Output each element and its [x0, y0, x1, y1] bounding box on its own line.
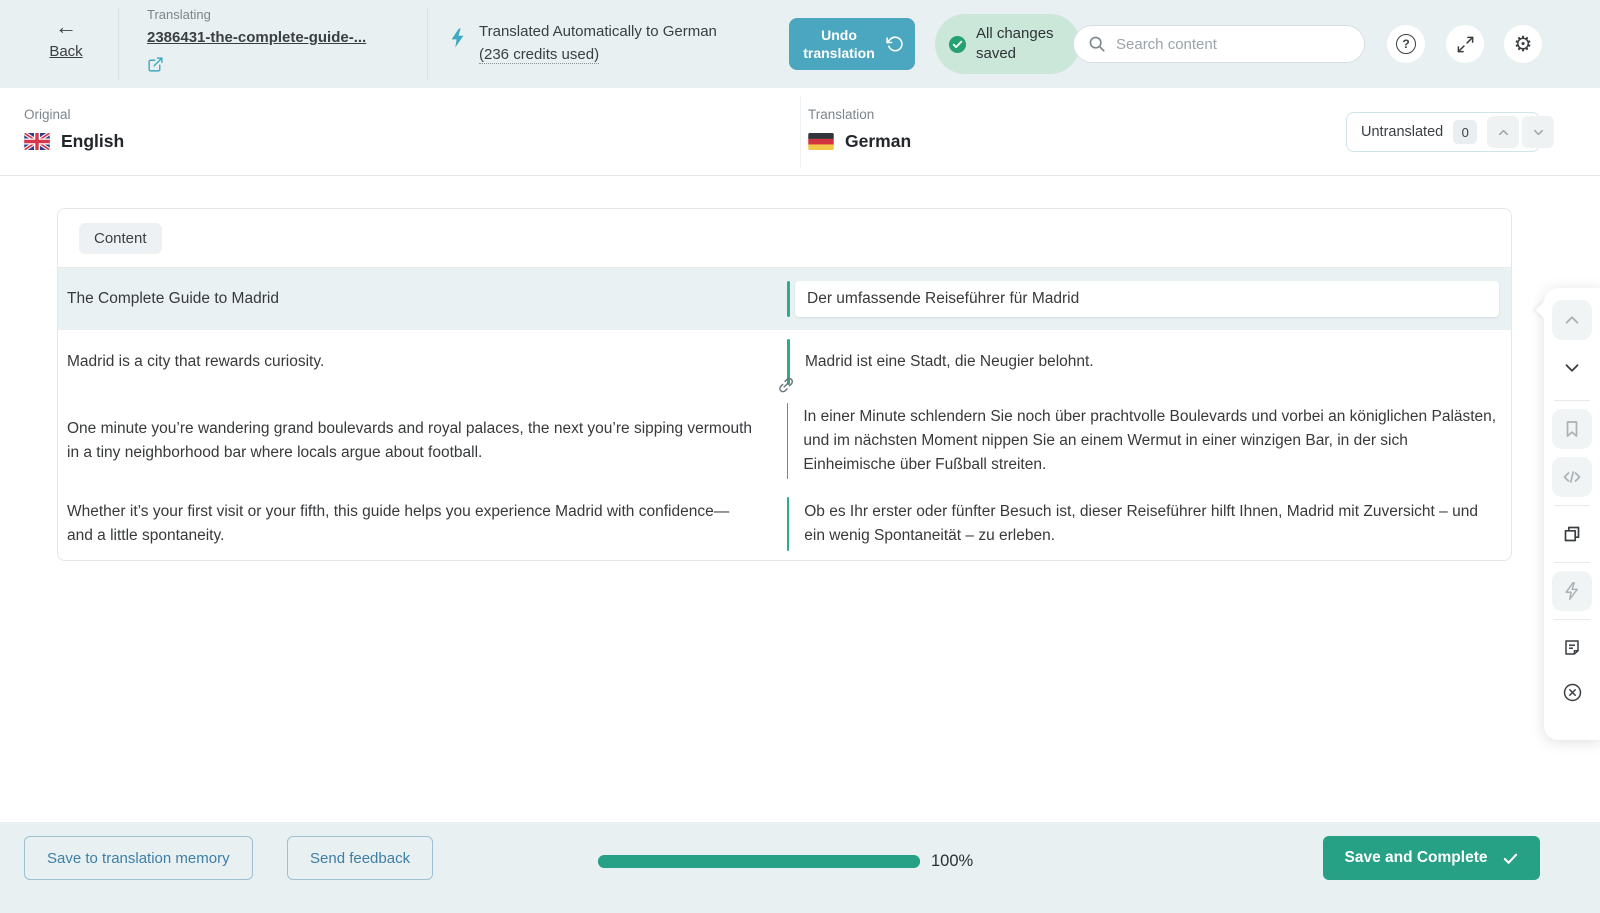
- prev-segment-button[interactable]: [1552, 300, 1592, 340]
- chevron-down-icon: [1531, 125, 1546, 140]
- x-circle-icon: [1562, 682, 1583, 703]
- target-text[interactable]: Ob es Ihr erster oder fünfter Besuch ist…: [789, 488, 1511, 560]
- external-link-icon[interactable]: [147, 56, 366, 73]
- undo-label: Undo translation: [800, 26, 878, 62]
- divider: [1554, 505, 1590, 506]
- settings-button[interactable]: ⚙: [1504, 25, 1542, 63]
- target-cell[interactable]: Ob es Ihr erster oder fünfter Besuch ist…: [787, 488, 1511, 560]
- expand-fullscreen-button[interactable]: [1446, 25, 1484, 63]
- target-cell[interactable]: Der umfassende Reiseführer für Madrid: [787, 268, 1511, 330]
- content-card: Content The Complete Guide to Madrid Der…: [57, 208, 1512, 561]
- lightning-bolt-icon: [450, 28, 465, 66]
- divider: [1554, 400, 1590, 401]
- code-icon: [1562, 467, 1582, 487]
- bookmark-button[interactable]: [1552, 409, 1592, 449]
- all-changes-saved-badge: All changes saved: [935, 14, 1080, 74]
- divider: [427, 8, 428, 80]
- segment-row: One minute you’re wandering grand boulev…: [58, 394, 1511, 488]
- back-label: Back: [49, 43, 82, 60]
- back-button[interactable]: ← Back: [36, 16, 96, 60]
- translation-progress-bar: [598, 855, 920, 868]
- notes-button[interactable]: [1552, 628, 1592, 668]
- uk-flag-icon: [24, 133, 50, 150]
- bookmark-icon: [1562, 419, 1582, 439]
- save-complete-label: Save and Complete: [1345, 849, 1488, 867]
- divider: [1554, 562, 1590, 563]
- document-name-link[interactable]: 2386431-the-complete-guide-...: [147, 29, 366, 46]
- original-language-block: Original English: [24, 107, 124, 152]
- panel-pointer-notch: [1536, 302, 1553, 319]
- content-section-badge[interactable]: Content: [79, 223, 162, 254]
- language-bar: Original English Translation German Untr…: [0, 88, 1600, 176]
- progress-fill: [598, 855, 920, 868]
- target-cell[interactable]: Madrid ist eine Stadt, die Neugier beloh…: [787, 330, 1511, 394]
- chevron-up-icon: [1561, 309, 1583, 331]
- checkmark-icon: [1502, 850, 1519, 867]
- code-view-button[interactable]: [1552, 457, 1592, 497]
- undo-translation-button[interactable]: Undo translation: [789, 18, 915, 70]
- exclude-button[interactable]: [1552, 672, 1592, 712]
- source-text: Madrid is a city that rewards curiosity.: [58, 330, 787, 394]
- untranslated-label: Untranslated: [1361, 124, 1443, 140]
- untranslated-prev-button[interactable]: [1487, 116, 1519, 148]
- segment-row: Whether it’s your first visit or your fi…: [58, 488, 1511, 560]
- next-segment-button[interactable]: [1552, 348, 1592, 388]
- untranslated-next-button[interactable]: [1522, 116, 1554, 148]
- target-text[interactable]: In einer Minute schlendern Sie noch über…: [788, 394, 1511, 488]
- target-cell[interactable]: In einer Minute schlendern Sie noch über…: [787, 394, 1511, 488]
- top-bar: ← Back Translating 2386431-the-complete-…: [0, 0, 1600, 88]
- note-icon: [1562, 638, 1582, 658]
- target-text[interactable]: Madrid ist eine Stadt, die Neugier beloh…: [790, 330, 1104, 394]
- content-card-header: Content: [58, 209, 1511, 268]
- saved-label: All changes saved: [976, 24, 1062, 64]
- status-line: Translated Automatically to German: [479, 23, 717, 40]
- target-text-editor[interactable]: Der umfassende Reiseführer für Madrid: [795, 281, 1499, 317]
- search-input[interactable]: [1116, 36, 1336, 53]
- divider: [118, 8, 119, 80]
- arrow-left-icon: ←: [55, 16, 77, 38]
- translation-language-name: German: [845, 131, 911, 152]
- untranslated-navigator: Untranslated 0: [1346, 112, 1540, 152]
- search-bar: [1073, 25, 1365, 63]
- footer-bar: Save to translation memory Send feedback…: [0, 822, 1600, 913]
- translating-label: Translating: [147, 7, 366, 22]
- save-and-complete-button[interactable]: Save and Complete: [1323, 836, 1540, 880]
- segment-tool-panel: [1544, 288, 1600, 740]
- gear-icon: ⚙: [1514, 34, 1533, 55]
- divider: [1554, 619, 1590, 620]
- copy-button[interactable]: [1552, 514, 1592, 554]
- save-to-translation-memory-button[interactable]: Save to translation memory: [24, 836, 253, 880]
- segment-accent-bar: [787, 281, 790, 317]
- rotate-ccw-icon: [886, 35, 904, 53]
- original-language-name: English: [61, 131, 124, 152]
- credits-used: (236 credits used): [479, 46, 599, 64]
- german-flag-icon: [808, 133, 834, 150]
- progress-percent-label: 100%: [931, 852, 973, 871]
- untranslated-count-badge: 0: [1453, 120, 1477, 144]
- source-text: One minute you’re wandering grand boulev…: [58, 394, 787, 488]
- chain-link-icon[interactable]: [775, 374, 797, 396]
- segment-row: The Complete Guide to Madrid Der umfasse…: [58, 268, 1511, 330]
- help-button[interactable]: ?: [1387, 25, 1425, 63]
- translation-label: Translation: [808, 107, 911, 122]
- divider: [800, 96, 801, 168]
- translating-block: Translating 2386431-the-complete-guide-.…: [147, 7, 366, 73]
- check-circle-icon: [948, 35, 967, 54]
- source-text: Whether it’s your first visit or your fi…: [58, 488, 787, 560]
- chevron-down-icon: [1561, 357, 1583, 379]
- send-feedback-button[interactable]: Send feedback: [287, 836, 433, 880]
- translation-language-block: Translation German: [808, 107, 911, 152]
- diagonal-arrows-icon: [1456, 35, 1475, 54]
- auto-translate-button[interactable]: [1552, 571, 1592, 611]
- source-text: The Complete Guide to Madrid: [58, 268, 787, 330]
- original-label: Original: [24, 107, 124, 122]
- copy-icon: [1562, 524, 1582, 544]
- search-icon: [1088, 35, 1106, 53]
- lightning-bolt-icon: [1562, 581, 1582, 601]
- auto-translate-status: Translated Automatically to German (236 …: [450, 20, 717, 66]
- chevron-up-icon: [1496, 125, 1511, 140]
- question-icon: ?: [1396, 34, 1416, 54]
